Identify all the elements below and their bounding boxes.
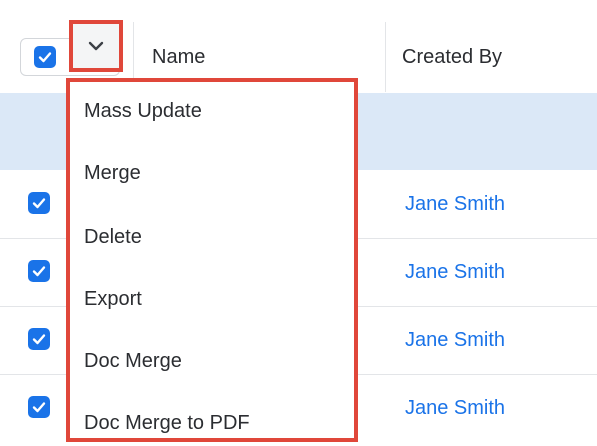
- row-checkbox[interactable]: [28, 260, 50, 282]
- header-divider: [385, 22, 386, 92]
- select-all-checkbox[interactable]: [34, 46, 56, 68]
- list-view: Name Created By Jane Smith Jane Smith Ja…: [0, 0, 597, 446]
- menu-item-delete[interactable]: Delete: [84, 226, 142, 249]
- menu-item-merge[interactable]: Merge: [84, 162, 141, 185]
- actions-dropdown-button[interactable]: [69, 20, 123, 72]
- menu-item-export[interactable]: Export: [84, 288, 142, 311]
- row-checkbox[interactable]: [28, 192, 50, 214]
- menu-item-doc-merge-to-pdf[interactable]: Doc Merge to PDF: [84, 412, 250, 435]
- row-checkbox[interactable]: [28, 328, 50, 350]
- actions-dropdown-menu: Mass Update Merge Delete Export Doc Merg…: [66, 78, 358, 442]
- created-by-link[interactable]: Jane Smith: [405, 170, 505, 238]
- row-checkbox[interactable]: [28, 396, 50, 418]
- column-header-created-by[interactable]: Created By: [402, 22, 502, 92]
- menu-item-doc-merge[interactable]: Doc Merge: [84, 350, 182, 373]
- menu-item-mass-update[interactable]: Mass Update: [84, 100, 202, 123]
- checkmark-icon: [32, 402, 46, 413]
- checkmark-icon: [32, 198, 46, 209]
- checkmark-icon: [32, 334, 46, 345]
- created-by-link[interactable]: Jane Smith: [405, 306, 505, 374]
- created-by-link[interactable]: Jane Smith: [405, 374, 505, 442]
- checkmark-icon: [38, 52, 52, 63]
- checkmark-icon: [32, 266, 46, 277]
- chevron-down-icon: [88, 41, 104, 51]
- created-by-link[interactable]: Jane Smith: [405, 238, 505, 306]
